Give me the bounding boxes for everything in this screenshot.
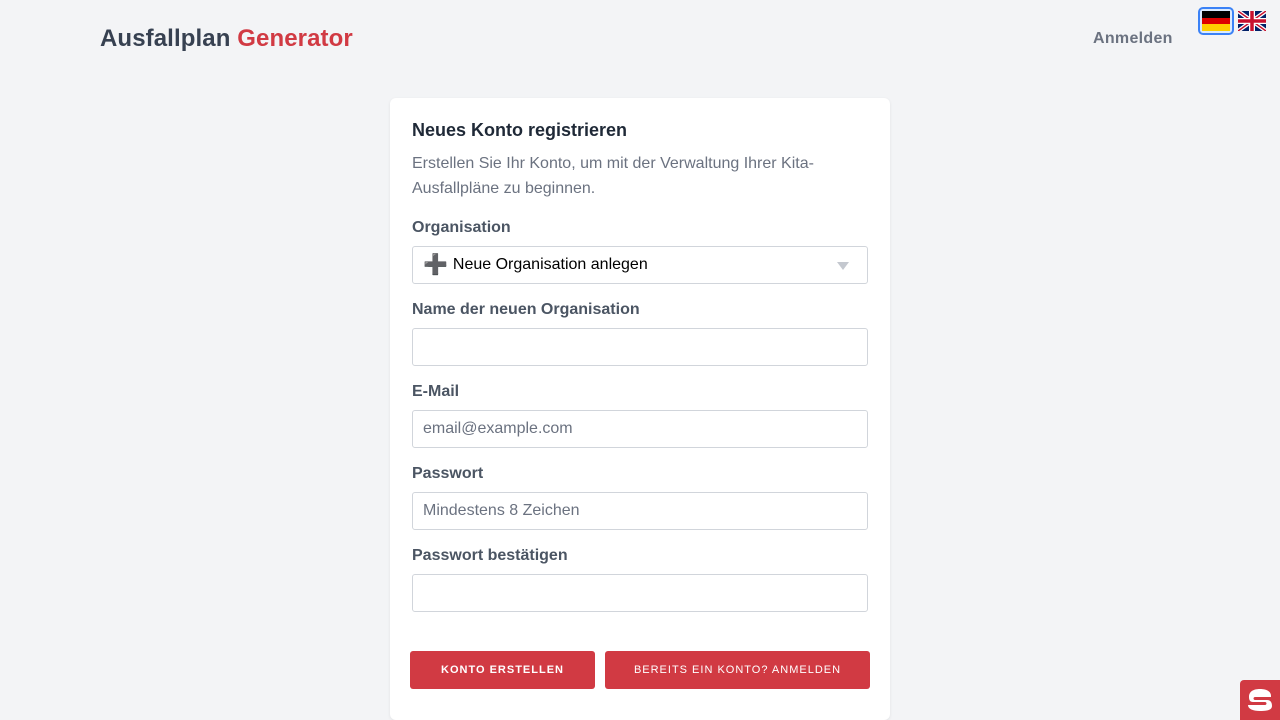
email-input[interactable] bbox=[412, 410, 868, 448]
org-name-field: Name der neuen Organisation bbox=[412, 301, 868, 366]
chat-widget-button[interactable] bbox=[1240, 680, 1280, 720]
org-name-label: Name der neuen Organisation bbox=[412, 301, 640, 318]
chat-logo-icon bbox=[1248, 689, 1272, 711]
password-confirm-field: Passwort bestätigen bbox=[412, 547, 868, 612]
chevron-down-icon bbox=[837, 262, 849, 270]
plus-icon: ➕ bbox=[423, 254, 448, 276]
form-title: Neues Konto registrieren bbox=[412, 120, 628, 140]
form-description: Erstellen Sie Ihr Konto, um mit der Verw… bbox=[412, 155, 814, 197]
organisation-select[interactable]: ➕ Neue Organisation anlegen bbox=[412, 246, 868, 284]
flag-de-icon bbox=[1202, 11, 1230, 31]
organisation-field: Organisation ➕ Neue Organisation anlegen bbox=[412, 219, 868, 284]
form-actions: Konto erstellen Bereits ein Konto? Anmel… bbox=[410, 651, 870, 689]
top-navbar: Ausfallplan Generator Anmelden bbox=[0, 0, 1280, 78]
organisation-label: Organisation bbox=[412, 219, 511, 236]
language-switcher bbox=[1198, 7, 1268, 35]
create-account-button[interactable]: Konto erstellen bbox=[410, 651, 595, 689]
registration-card: Neues Konto registrieren Erstellen Sie I… bbox=[390, 98, 890, 720]
password-confirm-input[interactable] bbox=[412, 574, 868, 612]
login-link[interactable]: Anmelden bbox=[1093, 30, 1173, 48]
logo-text: Ausfallplan bbox=[100, 25, 231, 52]
password-field: Passwort bbox=[412, 465, 868, 530]
organisation-selected-value: Neue Organisation anlegen bbox=[452, 256, 648, 273]
logo-accent-text: Generator bbox=[237, 25, 353, 52]
flag-uk-icon bbox=[1238, 11, 1266, 31]
already-have-account-button[interactable]: Bereits ein Konto? Anmelden bbox=[605, 651, 870, 689]
app-logo[interactable]: Ausfallplan Generator bbox=[100, 25, 353, 53]
password-confirm-label: Passwort bestätigen bbox=[412, 547, 568, 564]
email-label: E-Mail bbox=[412, 383, 460, 400]
language-en-button[interactable] bbox=[1236, 9, 1268, 33]
language-de-button[interactable] bbox=[1198, 7, 1234, 35]
password-input[interactable] bbox=[412, 492, 868, 530]
org-name-input[interactable] bbox=[412, 328, 868, 366]
password-label: Passwort bbox=[412, 465, 484, 482]
email-field: E-Mail bbox=[412, 383, 868, 448]
